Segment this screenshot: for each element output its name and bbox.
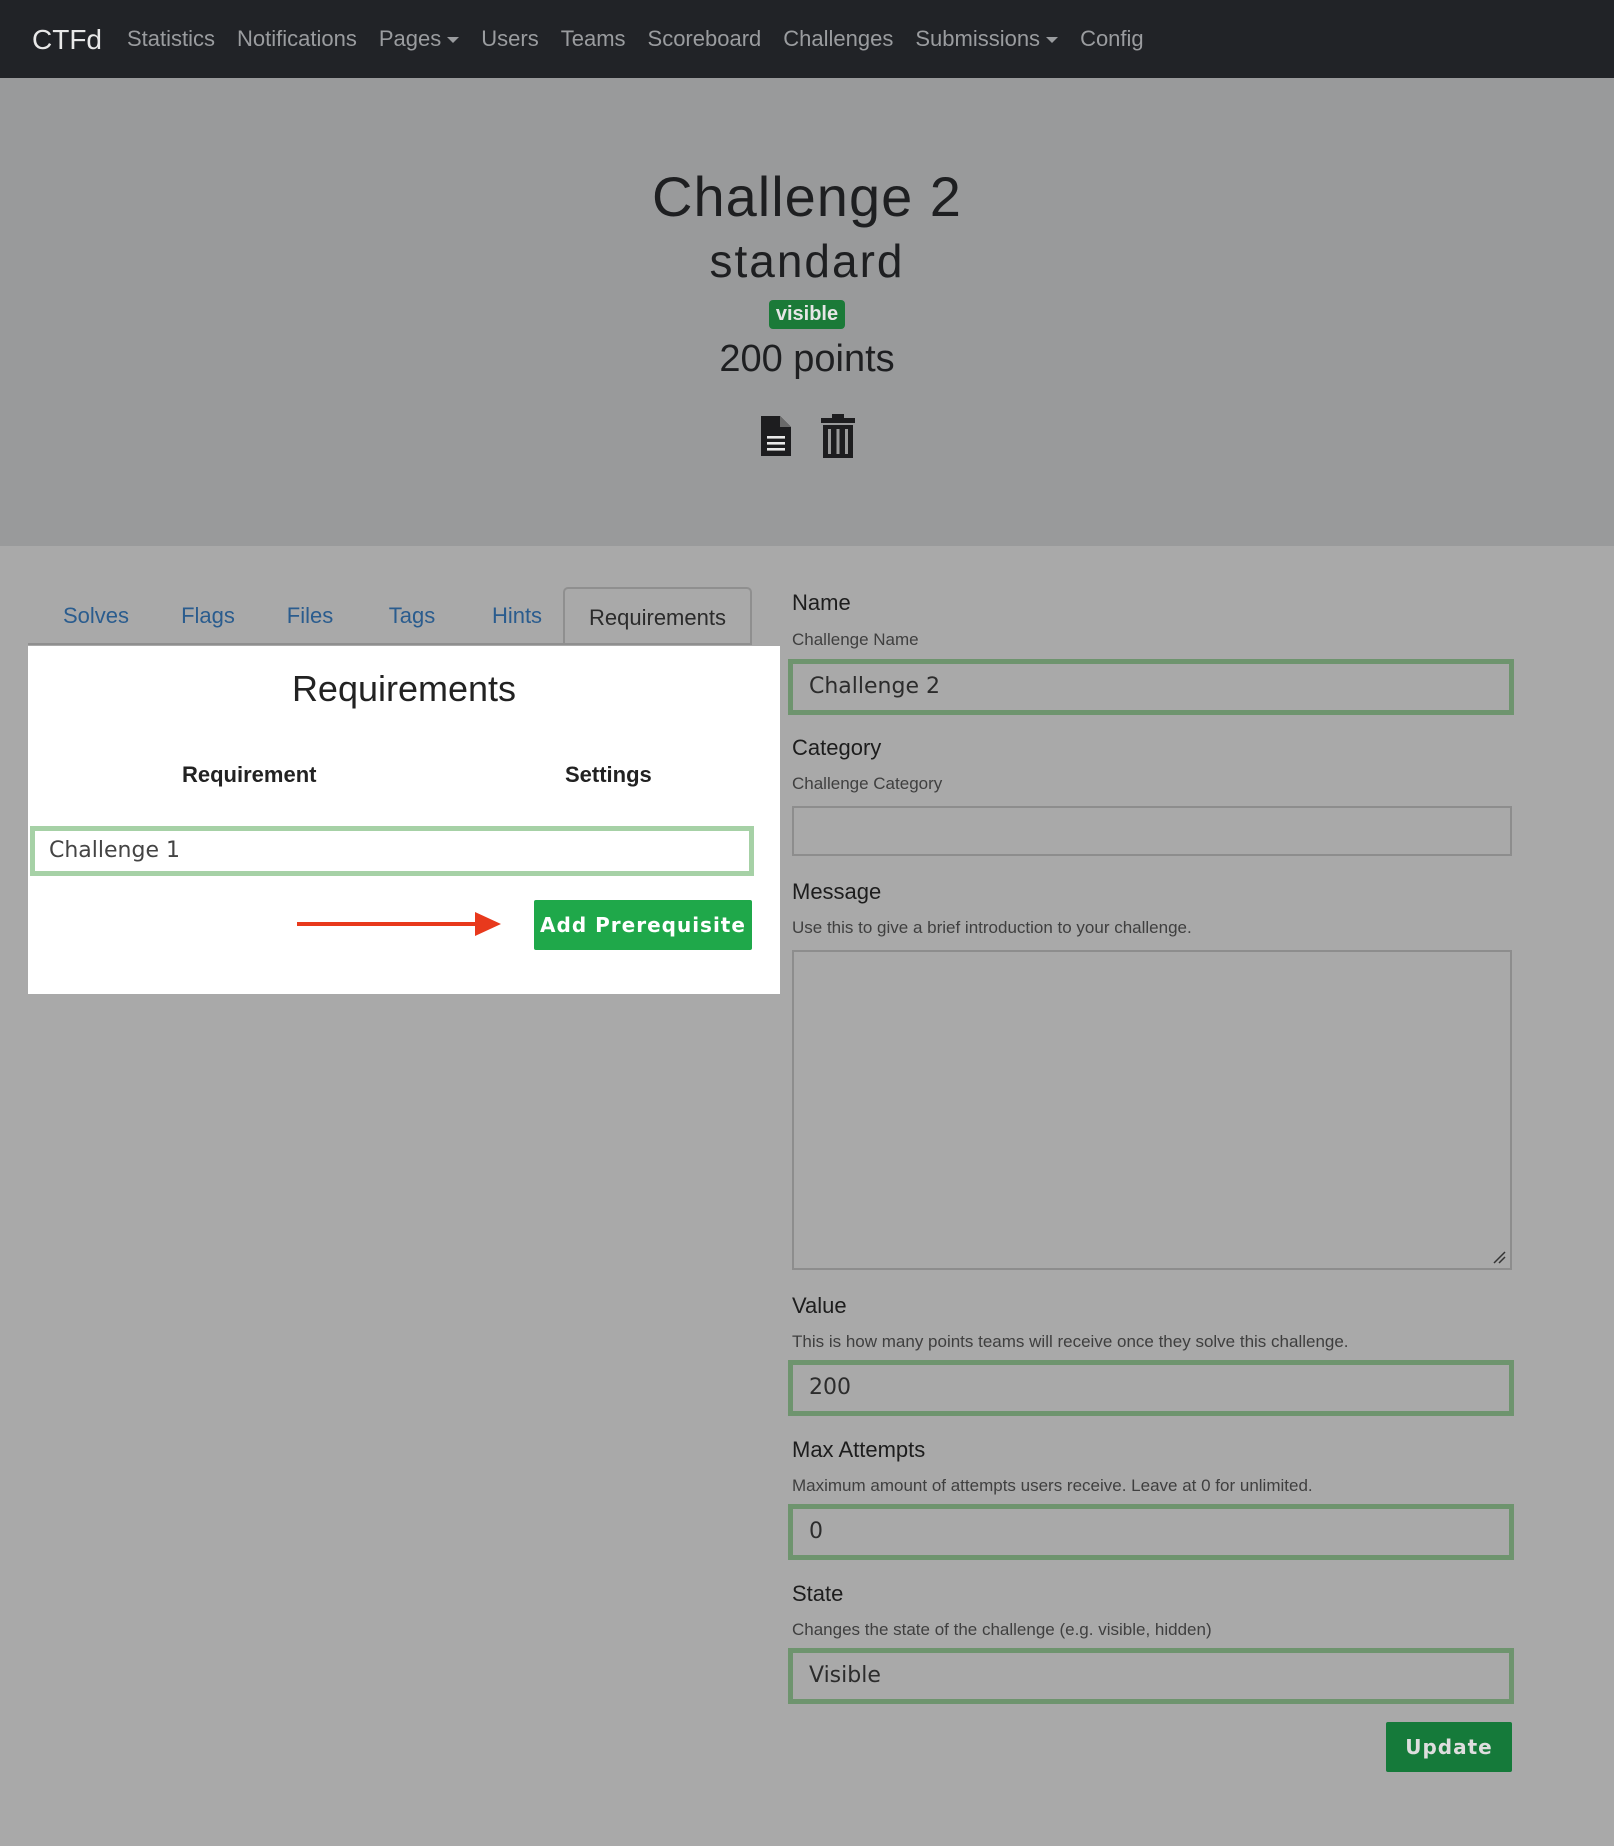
tab-files[interactable]: Files <box>268 587 352 643</box>
nav-challenges-label: Challenges <box>783 26 894 51</box>
category-input[interactable] <box>792 806 1512 856</box>
settings-column-header: Settings <box>565 762 652 787</box>
challenge-title: Challenge 2 <box>652 165 962 228</box>
max-attempts-help: Maximum amount of attempts users receive… <box>792 1476 1313 1495</box>
arrow-right-icon <box>297 912 501 936</box>
add-prerequisite-button[interactable]: Add Prerequisite <box>534 900 752 950</box>
trash-icon[interactable] <box>819 412 857 460</box>
category-help: Challenge Category <box>792 774 943 793</box>
nav-submissions-label: Submissions <box>915 26 1041 51</box>
name-label: Name <box>792 590 851 615</box>
challenge-actions <box>0 412 1614 460</box>
nav-config-label: Config <box>1080 26 1144 51</box>
nav-pages-dropdown[interactable]: Pages <box>378 26 460 52</box>
requirements-panel: Requirements Requirement Settings Challe… <box>28 646 780 994</box>
nav-config[interactable]: Config <box>1080 26 1144 52</box>
challenge-header: Challenge 2 standard visible 200 points <box>0 78 1614 546</box>
message-textarea[interactable] <box>792 950 1512 1270</box>
caret-down-icon <box>447 37 460 43</box>
nav-challenges[interactable]: Challenges <box>783 26 893 52</box>
nav-teams-label: Teams <box>560 26 626 51</box>
message-label: Message <box>792 879 882 904</box>
nav-links: Statistics Notifications Pages Users Tea… <box>127 0 1166 78</box>
nav-statistics-label: Statistics <box>127 26 216 51</box>
nav-submissions-dropdown[interactable]: Submissions <box>915 26 1059 52</box>
tab-hints[interactable]: Hints <box>472 587 562 643</box>
requirement-column-header: Requirement <box>182 762 317 787</box>
max-attempts-input[interactable]: 0 <box>788 1504 1514 1560</box>
tab-flags[interactable]: Flags <box>164 587 252 643</box>
requirements-title: Requirements <box>291 668 517 709</box>
name-input[interactable]: Challenge 2 <box>788 659 1514 715</box>
update-button[interactable]: Update <box>1386 1722 1512 1772</box>
state-label: State <box>792 1581 844 1606</box>
message-help: Use this to give a brief introduction to… <box>792 918 1192 937</box>
brand-logo[interactable]: CTFd <box>32 0 102 78</box>
tab-solves[interactable]: Solves <box>46 587 146 643</box>
value-help: This is how many points teams will recei… <box>792 1332 1349 1351</box>
nav-users-label: Users <box>481 26 539 51</box>
challenge-tabs: Solves Flags Files Tags Hints Requiremen… <box>28 587 752 645</box>
nav-teams[interactable]: Teams <box>561 26 626 52</box>
badge-wrap: visible <box>0 300 1614 329</box>
caret-down-icon <box>1046 37 1059 43</box>
challenge-points: 200 points <box>719 338 895 380</box>
document-icon[interactable] <box>757 412 795 460</box>
nav-statistics[interactable]: Statistics <box>127 26 215 52</box>
value-input[interactable]: 200 <box>788 1360 1514 1416</box>
nav-users[interactable]: Users <box>481 26 538 52</box>
nav-notifications[interactable]: Notifications <box>237 26 357 52</box>
state-badge: visible <box>768 300 846 329</box>
prerequisite-select[interactable]: Challenge 1 <box>30 826 754 876</box>
nav-scoreboard[interactable]: Scoreboard <box>648 26 762 52</box>
tab-requirements[interactable]: Requirements <box>563 587 752 643</box>
resize-handle-icon[interactable] <box>1492 1250 1506 1264</box>
category-label: Category <box>792 735 882 760</box>
nav-notifications-label: Notifications <box>237 26 357 51</box>
value-label: Value <box>792 1293 847 1318</box>
tab-tags[interactable]: Tags <box>370 587 454 643</box>
challenge-type: standard <box>709 235 905 287</box>
nav-pages-label: Pages <box>378 26 442 51</box>
nav-scoreboard-label: Scoreboard <box>647 26 762 51</box>
max-attempts-label: Max Attempts <box>792 1437 926 1462</box>
navbar: CTFd Statistics Notifications Pages User… <box>0 0 1614 78</box>
name-help: Challenge Name <box>792 630 919 649</box>
state-select[interactable]: Visible <box>788 1648 1514 1704</box>
state-help: Changes the state of the challenge (e.g.… <box>792 1620 1212 1639</box>
